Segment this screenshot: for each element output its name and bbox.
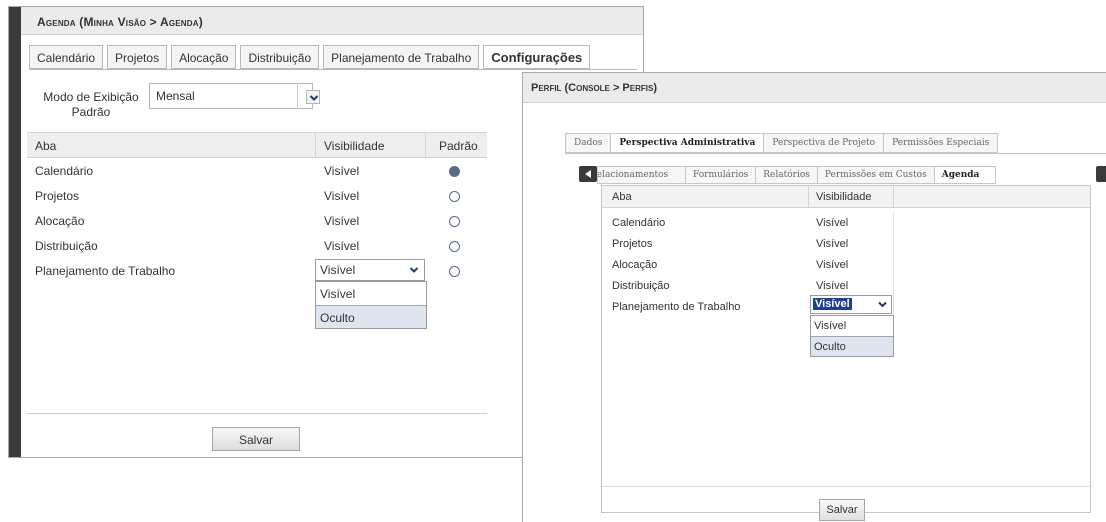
row-visibilidade[interactable]: Visível	[816, 238, 848, 250]
tab-divider	[565, 153, 1106, 154]
chevron-down-icon[interactable]	[407, 263, 421, 277]
footer-divider	[27, 413, 487, 414]
row-aba: Alocação	[35, 214, 85, 228]
row-visibilidade[interactable]: Visível	[324, 214, 359, 228]
row-visibilidade[interactable]: Visível	[324, 239, 359, 253]
row-visibilidade[interactable]: Visível	[324, 189, 359, 203]
row-visibilidade[interactable]: Visível	[324, 164, 359, 178]
option-oculto[interactable]: Oculto	[316, 305, 426, 328]
perfil-panel: Perfil (Console > Perfis) Dados Perspect…	[522, 72, 1106, 522]
tab-dados[interactable]: Dados	[565, 133, 611, 153]
radio-icon[interactable]	[449, 216, 460, 227]
radio-icon[interactable]	[449, 191, 460, 202]
radio-icon[interactable]	[449, 241, 460, 252]
footer-divider	[602, 486, 1090, 487]
dropdown-value: Visível	[813, 298, 852, 310]
arrow-right-icon[interactable]	[1096, 166, 1106, 182]
mode-select-value: Mensal	[150, 84, 298, 108]
tab-relacionamentos[interactable]: Relacionamentos	[597, 166, 685, 184]
dropdown-options: Visível Oculto	[810, 315, 894, 357]
column-divider	[808, 186, 809, 207]
table-row: Distribuição Visível	[27, 234, 487, 259]
option-visivel[interactable]: Visível	[316, 282, 426, 305]
tab-distribuicao[interactable]: Distribuição	[240, 45, 320, 69]
col-visibilidade: Visibilidade	[324, 139, 385, 153]
table-header: Aba Visibilidade Padrão	[27, 132, 487, 158]
column-divider	[425, 133, 426, 157]
tab-alocacao[interactable]: Alocação	[171, 45, 237, 69]
panel-title: Agenda (Minha Visão > Agenda)	[21, 7, 643, 35]
row-visibilidade[interactable]: Visível	[816, 280, 848, 292]
column-divider	[315, 133, 316, 157]
table-row: Projetos Visível	[602, 234, 894, 255]
radio-icon[interactable]	[449, 266, 460, 277]
tab-configuracoes[interactable]: Configurações	[483, 45, 591, 69]
chevron-down-icon[interactable]	[876, 298, 889, 311]
save-button[interactable]: Salvar	[819, 499, 865, 521]
inner-tabs: Relacionamentos Formulários Relatórios P…	[597, 166, 996, 184]
row-aba: Alocação	[612, 259, 658, 271]
row-visibilidade[interactable]: Visível	[816, 259, 848, 271]
visibility-dropdown[interactable]: Visível	[810, 295, 892, 314]
table-row: Projetos Visível	[27, 184, 487, 209]
row-aba: Calendário	[612, 217, 666, 229]
tab-permissoes-custos[interactable]: Permissões em Custos	[816, 166, 934, 184]
col-visibilidade: Visibilidade	[816, 191, 872, 203]
row-aba: Projetos	[612, 238, 653, 250]
tab-perspectiva-projeto[interactable]: Perspectiva de Projeto	[763, 133, 884, 153]
dropdown-options: Visível Oculto	[315, 281, 427, 329]
tab-calendario[interactable]: Calendário	[29, 45, 104, 69]
panel-accent-bar	[9, 7, 21, 457]
tab-divider	[29, 69, 637, 70]
tab-planejamento[interactable]: Planejamento de Trabalho	[323, 45, 480, 69]
row-aba: Distribuição	[35, 239, 98, 253]
tab-agenda[interactable]: Agenda	[933, 166, 996, 184]
chevron-down-icon[interactable]	[306, 90, 320, 104]
table-header: Aba Visibilidade	[602, 186, 1090, 208]
col-padrao: Padrão	[439, 139, 478, 153]
table-row: Alocação Visível	[27, 209, 487, 234]
table-row: Calendário Visível	[602, 213, 894, 234]
save-button[interactable]: Salvar	[212, 427, 300, 451]
mode-select[interactable]: Mensal	[149, 83, 320, 109]
outer-tabs: Dados Perspectiva Administrativa Perspec…	[565, 133, 999, 153]
column-divider	[893, 186, 894, 207]
col-aba: Aba	[612, 191, 632, 203]
dropdown-value: Visível	[320, 263, 356, 277]
row-aba: Planejamento de Trabalho	[35, 264, 176, 278]
option-visivel[interactable]: Visível	[811, 316, 893, 336]
row-aba: Distribuição	[612, 280, 670, 292]
table-row: Calendário Visível	[27, 159, 487, 184]
agenda-visibility-table: Aba Visibilidade Calendário Visível Proj…	[601, 185, 1091, 513]
option-oculto[interactable]: Oculto	[811, 336, 893, 356]
tab-permissoes-especiais[interactable]: Permissões Especiais	[883, 133, 999, 153]
row-visibilidade[interactable]: Visível	[816, 217, 848, 229]
tab-relatorios[interactable]: Relatórios	[755, 166, 817, 184]
table-row: Distribuição Visível	[602, 276, 894, 297]
tab-projetos[interactable]: Projetos	[107, 45, 168, 69]
mode-label: Modo de Exibição Padrão	[43, 90, 139, 119]
col-aba: Aba	[35, 139, 57, 153]
table-row: Alocação Visível	[602, 255, 894, 276]
row-aba: Planejamento de Trabalho	[612, 301, 741, 313]
tab-formularios[interactable]: Formulários	[685, 166, 756, 184]
agenda-tabs: Calendário Projetos Alocação Distribuiçã…	[29, 45, 591, 69]
row-aba: Calendário	[35, 164, 94, 178]
tab-perspectiva-administrativa[interactable]: Perspectiva Administrativa	[610, 133, 764, 153]
visibility-dropdown[interactable]: Visível	[315, 259, 425, 281]
arrow-left-icon[interactable]	[579, 166, 597, 182]
panel-title: Perfil (Console > Perfis)	[523, 73, 1106, 103]
row-aba: Projetos	[35, 189, 80, 203]
radio-icon[interactable]	[449, 166, 460, 177]
